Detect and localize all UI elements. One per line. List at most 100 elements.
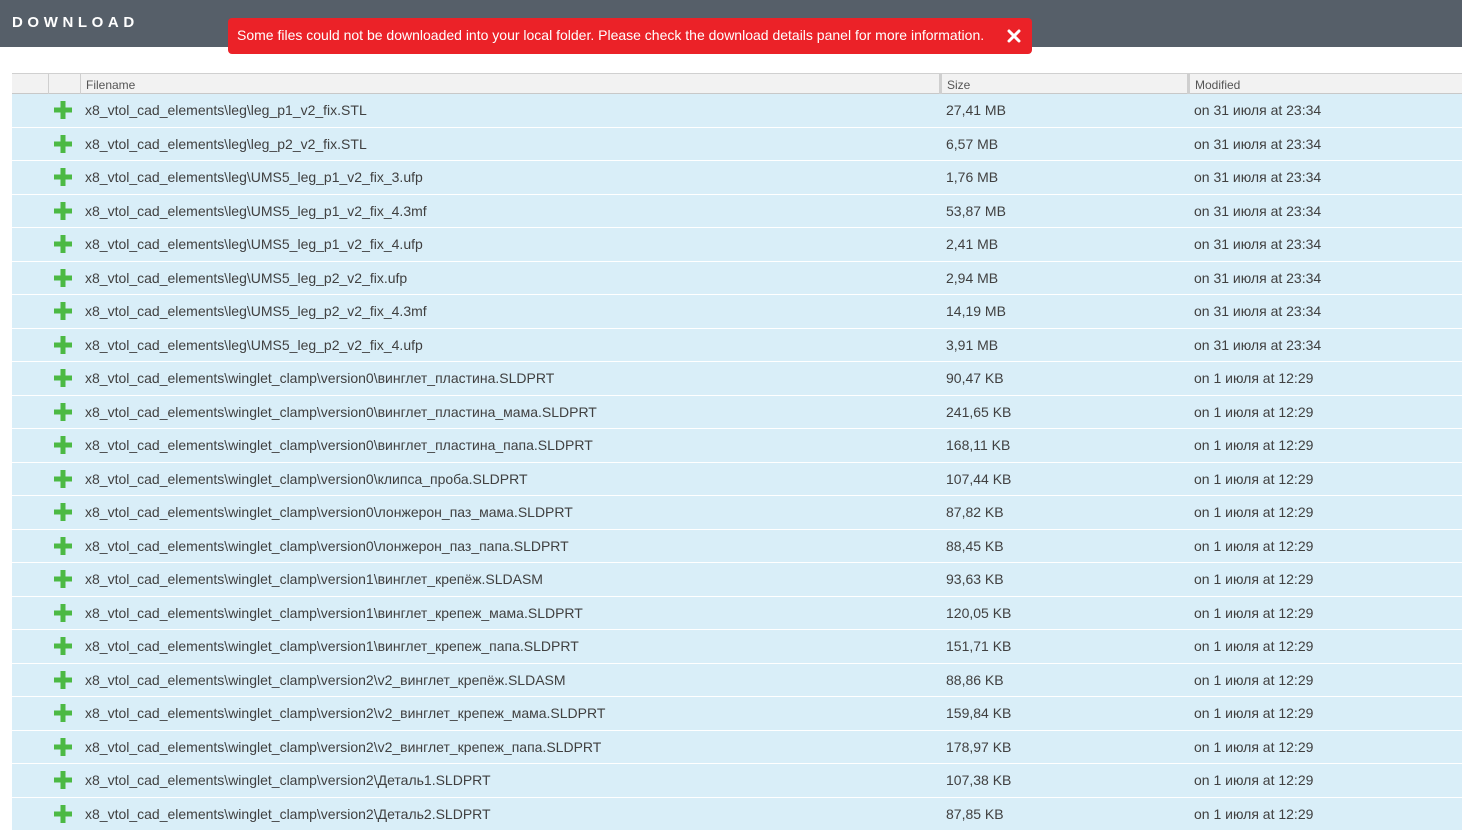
plus-icon[interactable] bbox=[54, 235, 72, 253]
filename-cell: x8_vtol_cad_elements\leg\UMS5_leg_p1_v2_… bbox=[85, 236, 423, 252]
table-row[interactable]: x8_vtol_cad_elements\leg\UMS5_leg_p1_v2_… bbox=[12, 228, 1462, 262]
table-row[interactable]: x8_vtol_cad_elements\leg\UMS5_leg_p2_v2_… bbox=[12, 261, 1462, 295]
plus-icon[interactable] bbox=[54, 302, 72, 320]
table-row[interactable]: x8_vtol_cad_elements\winglet_clamp\versi… bbox=[12, 496, 1462, 530]
size-cell: 120,05 KB bbox=[946, 604, 1012, 621]
filename-cell: x8_vtol_cad_elements\winglet_clamp\versi… bbox=[85, 805, 491, 822]
size-cell: 1,76 MB bbox=[946, 169, 999, 185]
table-row[interactable]: x8_vtol_cad_elements\leg\UMS5_leg_p1_v2_… bbox=[12, 161, 1462, 195]
plus-icon[interactable] bbox=[54, 737, 72, 756]
plus-icon[interactable] bbox=[54, 536, 72, 555]
plus-icon[interactable] bbox=[54, 771, 72, 789]
filename-cell: x8_vtol_cad_elements\winglet_clamp\versi… bbox=[85, 604, 583, 621]
modified-cell: on 1 июля at 12:29 bbox=[1194, 537, 1314, 554]
filename-cell: x8_vtol_cad_elements\leg\UMS5_leg_p2_v2_… bbox=[85, 269, 408, 286]
plus-icon[interactable] bbox=[54, 436, 72, 454]
filename-cell: x8_vtol_cad_elements\winglet_clamp\versi… bbox=[85, 772, 491, 788]
close-icon[interactable] bbox=[1004, 26, 1024, 46]
size-cell: 6,57 MB bbox=[946, 135, 999, 152]
table-row[interactable]: x8_vtol_cad_elements\leg\UMS5_leg_p2_v2_… bbox=[12, 295, 1462, 329]
table-row[interactable]: x8_vtol_cad_elements\winglet_clamp\versi… bbox=[12, 395, 1462, 429]
modified-cell: on 31 июля at 23:34 bbox=[1194, 336, 1322, 353]
filename-cell: x8_vtol_cad_elements\winglet_clamp\versi… bbox=[85, 437, 593, 453]
modified-cell: on 31 июля at 23:34 bbox=[1194, 202, 1322, 219]
table-row[interactable]: x8_vtol_cad_elements\leg\UMS5_leg_p1_v2_… bbox=[12, 194, 1462, 228]
modified-cell: on 1 июля at 12:29 bbox=[1194, 437, 1314, 453]
plus-icon[interactable] bbox=[54, 804, 72, 823]
table-row[interactable]: x8_vtol_cad_elements\winglet_clamp\versi… bbox=[12, 663, 1462, 697]
table-header: Filename Size Modified bbox=[12, 73, 1462, 94]
plus-icon[interactable] bbox=[54, 268, 72, 287]
table-row[interactable]: x8_vtol_cad_elements\winglet_clamp\versi… bbox=[12, 462, 1462, 496]
plus-icon[interactable] bbox=[54, 369, 72, 387]
plus-icon[interactable] bbox=[54, 168, 72, 186]
modified-cell: on 31 июля at 23:34 bbox=[1194, 102, 1322, 118]
size-cell: 241,65 KB bbox=[946, 403, 1012, 420]
header-filename[interactable]: Filename bbox=[80, 74, 940, 94]
file-table: Filename Size Modified x8_vtol_cad_eleme… bbox=[12, 73, 1462, 831]
size-cell: 87,82 KB bbox=[946, 504, 1004, 520]
size-cell: 3,91 MB bbox=[946, 336, 999, 353]
size-cell: 159,84 KB bbox=[946, 705, 1012, 721]
plus-icon[interactable] bbox=[54, 335, 72, 354]
filename-cell: x8_vtol_cad_elements\winglet_clamp\versi… bbox=[85, 705, 606, 721]
table-row[interactable]: x8_vtol_cad_elements\leg\leg_p2_v2_fix.S… bbox=[12, 127, 1462, 161]
plus-icon[interactable] bbox=[54, 704, 72, 722]
filename-cell: x8_vtol_cad_elements\winglet_clamp\versi… bbox=[85, 671, 566, 688]
filename-cell: x8_vtol_cad_elements\leg\UMS5_leg_p2_v2_… bbox=[85, 336, 423, 353]
filename-cell: x8_vtol_cad_elements\leg\UMS5_leg_p1_v2_… bbox=[85, 202, 427, 219]
modified-cell: on 1 июля at 12:29 bbox=[1194, 604, 1314, 621]
filename-cell: x8_vtol_cad_elements\leg\leg_p1_v2_fix.S… bbox=[85, 102, 367, 118]
size-cell: 2,41 MB bbox=[946, 236, 999, 252]
table-row[interactable]: x8_vtol_cad_elements\winglet_clamp\versi… bbox=[12, 697, 1462, 731]
size-cell: 14,19 MB bbox=[946, 303, 1006, 319]
size-cell: 27,41 MB bbox=[946, 102, 1006, 118]
table-row[interactable]: x8_vtol_cad_elements\winglet_clamp\versi… bbox=[12, 630, 1462, 664]
modified-cell: on 1 июля at 12:29 bbox=[1194, 403, 1314, 420]
table-row[interactable]: x8_vtol_cad_elements\winglet_clamp\versi… bbox=[12, 764, 1462, 798]
table-row[interactable]: x8_vtol_cad_elements\winglet_clamp\versi… bbox=[12, 429, 1462, 463]
modified-cell: on 31 июля at 23:34 bbox=[1194, 269, 1322, 286]
plus-icon[interactable] bbox=[54, 101, 72, 119]
modified-cell: on 31 июля at 23:34 bbox=[1194, 303, 1322, 319]
plus-icon[interactable] bbox=[54, 201, 72, 220]
plus-icon[interactable] bbox=[54, 503, 72, 521]
table-row[interactable]: x8_vtol_cad_elements\winglet_clamp\versi… bbox=[12, 563, 1462, 597]
header-action-column[interactable] bbox=[48, 74, 80, 94]
size-cell: 2,94 MB bbox=[946, 269, 999, 286]
table-row[interactable]: x8_vtol_cad_elements\winglet_clamp\versi… bbox=[12, 529, 1462, 563]
plus-icon[interactable] bbox=[54, 402, 72, 421]
filename-cell: x8_vtol_cad_elements\winglet_clamp\versi… bbox=[85, 738, 602, 755]
plus-icon[interactable] bbox=[54, 134, 72, 153]
header-select-column[interactable] bbox=[12, 74, 48, 94]
modified-cell: on 31 июля at 23:34 bbox=[1194, 169, 1322, 185]
table-row[interactable]: x8_vtol_cad_elements\winglet_clamp\versi… bbox=[12, 596, 1462, 630]
filename-cell: x8_vtol_cad_elements\leg\leg_p2_v2_fix.S… bbox=[85, 135, 367, 152]
modified-cell: on 1 июля at 12:29 bbox=[1194, 571, 1314, 587]
plus-icon[interactable] bbox=[54, 603, 72, 622]
table-row[interactable]: x8_vtol_cad_elements\winglet_clamp\versi… bbox=[12, 730, 1462, 764]
modified-cell: on 1 июля at 12:29 bbox=[1194, 470, 1314, 487]
size-cell: 88,86 KB bbox=[946, 671, 1004, 688]
modified-cell: on 1 июля at 12:29 bbox=[1194, 671, 1314, 688]
modified-cell: on 31 июля at 23:34 bbox=[1194, 236, 1322, 252]
size-cell: 88,45 KB bbox=[946, 537, 1004, 554]
header-size[interactable]: Size bbox=[939, 74, 1188, 94]
table-body: x8_vtol_cad_elements\leg\leg_p1_v2_fix.S… bbox=[12, 94, 1462, 831]
filename-cell: x8_vtol_cad_elements\winglet_clamp\versi… bbox=[85, 470, 528, 487]
plus-icon[interactable] bbox=[54, 637, 72, 655]
filename-cell: x8_vtol_cad_elements\leg\UMS5_leg_p1_v2_… bbox=[85, 169, 423, 185]
table-row[interactable]: x8_vtol_cad_elements\winglet_clamp\versi… bbox=[12, 362, 1462, 396]
modified-cell: on 1 июля at 12:29 bbox=[1194, 638, 1314, 654]
filename-cell: x8_vtol_cad_elements\winglet_clamp\versi… bbox=[85, 504, 573, 520]
table-row[interactable]: x8_vtol_cad_elements\winglet_clamp\versi… bbox=[12, 797, 1462, 831]
table-row[interactable]: x8_vtol_cad_elements\leg\UMS5_leg_p2_v2_… bbox=[12, 328, 1462, 362]
table-row[interactable]: x8_vtol_cad_elements\leg\leg_p1_v2_fix.S… bbox=[12, 94, 1462, 128]
filename-cell: x8_vtol_cad_elements\winglet_clamp\versi… bbox=[85, 403, 597, 420]
plus-icon[interactable] bbox=[54, 670, 72, 689]
size-cell: 107,38 KB bbox=[946, 772, 1012, 788]
size-cell: 90,47 KB bbox=[946, 370, 1004, 386]
plus-icon[interactable] bbox=[54, 469, 72, 488]
header-modified[interactable]: Modified bbox=[1187, 74, 1462, 94]
plus-icon[interactable] bbox=[54, 570, 72, 588]
